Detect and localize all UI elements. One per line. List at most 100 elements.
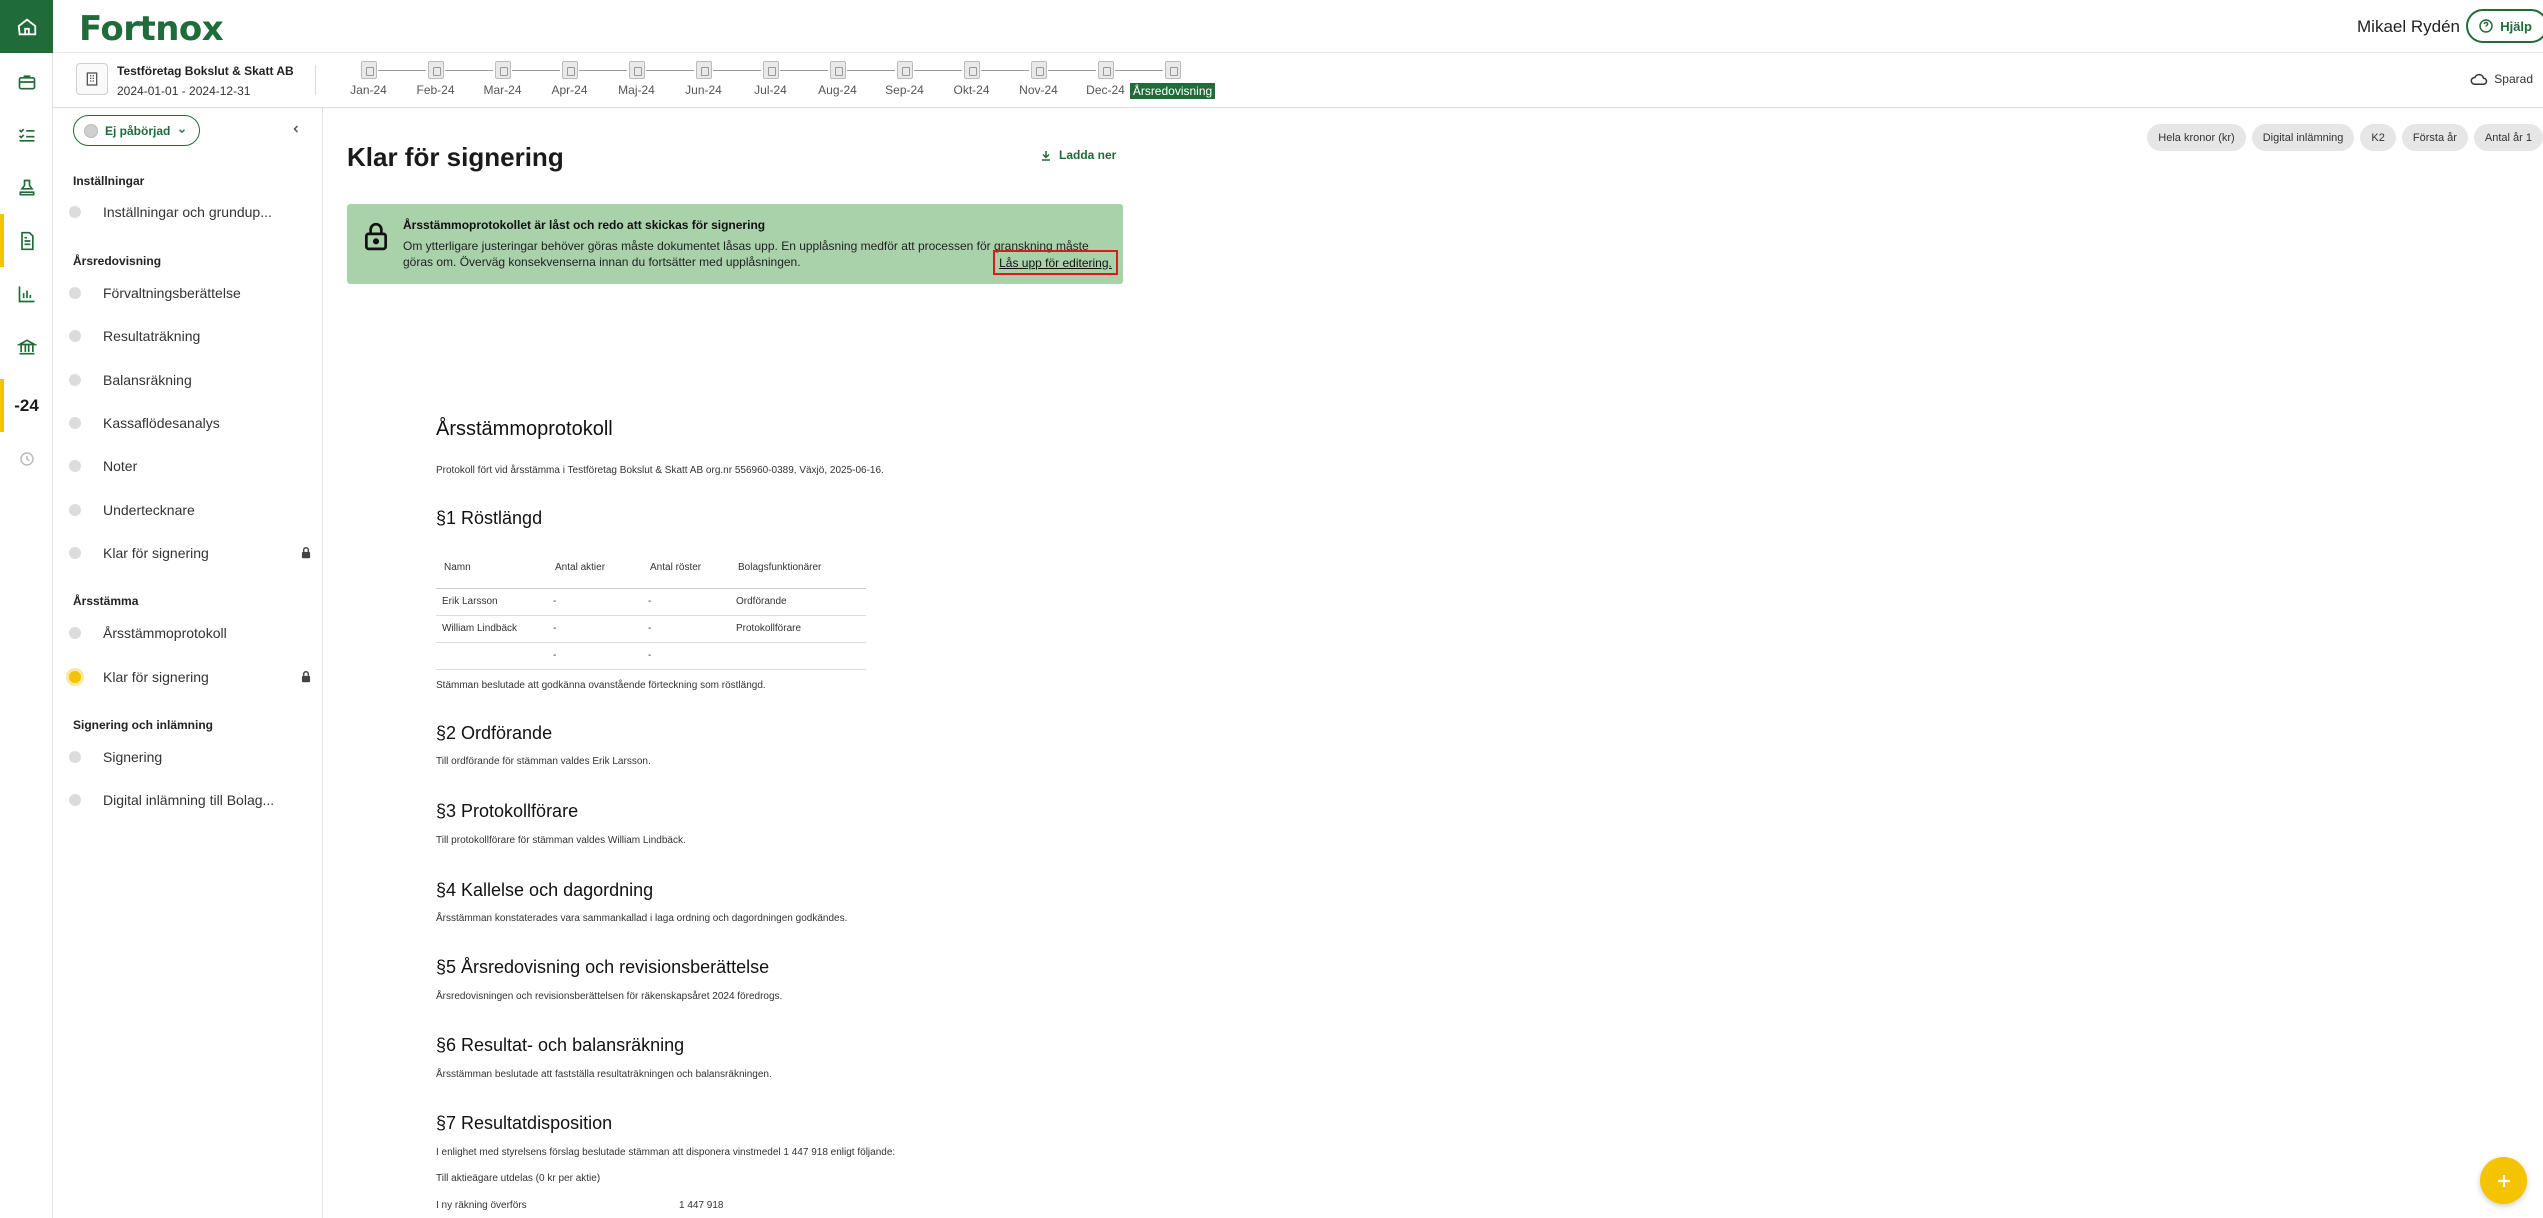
sidebar-item-digital-inlamning[interactable]: Digital inlämning till Bolag...	[63, 785, 313, 815]
period-document-icon	[427, 61, 444, 79]
sidebar-item-label: Klar för signering	[103, 545, 209, 561]
rail-report-button[interactable]	[0, 214, 53, 267]
period-step[interactable]: Nov-24	[1005, 61, 1096, 97]
period-document-icon	[1164, 61, 1181, 79]
chip-digital-filing[interactable]: Digital inlämning	[2251, 124, 2355, 151]
sidebar: Ej påbörjad Inställningar Inställningar …	[53, 108, 323, 1218]
document-intro: Protokoll fört vid årsstämma i Testföret…	[436, 465, 884, 476]
period-step[interactable]: Jun-24	[670, 61, 761, 97]
chevron-left-icon	[293, 125, 299, 133]
section-title-7: §7 Resultatdisposition	[436, 1113, 613, 1133]
period-step[interactable]: Maj-24	[603, 61, 694, 97]
table-cell: -	[547, 588, 642, 616]
table-cell: -	[642, 615, 730, 643]
main-content: Klar för signering Ladda ner Hela kronor…	[324, 108, 2543, 1218]
rail-briefcase-button[interactable]	[0, 55, 53, 108]
sidebar-item-installningar[interactable]: Inställningar och grundup...	[63, 197, 313, 227]
period-step[interactable]: Årsredovisning	[1129, 61, 1216, 99]
sidebar-item-noter[interactable]: Noter	[63, 451, 313, 481]
banner-text: Om ytterligare justeringar behöver göras…	[403, 239, 1089, 269]
timeline-connector	[512, 70, 560, 71]
period-document-icon	[829, 61, 846, 79]
sidebar-item-balansrakning[interactable]: Balansräkning	[63, 365, 313, 395]
sidebar-item-label: Förvaltningsberättelse	[103, 285, 241, 301]
period-label: Sep-24	[885, 83, 924, 97]
timeline-connector	[445, 70, 493, 71]
sidebar-item-label: Årsstämmoprotokoll	[103, 625, 227, 641]
sidebar-item-arsstammoprotokoll[interactable]: Årsstämmoprotokoll	[63, 618, 313, 648]
sidebar-item-resultatrakning[interactable]: Resultaträkning	[63, 321, 313, 351]
step-status-dot	[69, 547, 81, 559]
sidebar-item-forvaltningsberattelse[interactable]: Förvaltningsberättelse	[63, 278, 313, 308]
home-button[interactable]	[0, 0, 53, 53]
company-switch-button[interactable]	[76, 63, 108, 95]
banner-title: Årsstämmoprotokollet är låst och redo at…	[403, 218, 766, 232]
chip-first-year[interactable]: Första år	[2401, 124, 2468, 151]
rail-stamp-button[interactable]	[0, 161, 53, 214]
download-icon	[1042, 150, 1050, 161]
step-status-dot	[69, 460, 81, 472]
timeline-connector	[579, 70, 627, 71]
unlock-for-editing-link[interactable]: Lås upp för editering.	[993, 250, 1118, 275]
step-status-dot	[69, 794, 81, 806]
home-icon	[17, 18, 36, 35]
vote-register-table: Namn Antal aktier Antal röster Bolagsfun…	[436, 548, 866, 670]
section-text-5: Årsredovisningen och revisionsberättelse…	[436, 991, 783, 1002]
chip-year-count[interactable]: Antal år 1	[2473, 124, 2543, 151]
rail-history-button[interactable]	[0, 432, 53, 485]
collapse-sidebar-button[interactable]	[290, 122, 302, 138]
period-step[interactable]: Jul-24	[737, 61, 828, 97]
timeline-connector	[713, 70, 761, 71]
table-cell: Protokollförare	[730, 615, 866, 643]
period-label: Årsredovisning	[1129, 83, 1216, 99]
period-header: Testföretag Bokslut & Skatt AB 2024-01-0…	[53, 53, 2543, 108]
rail-chart-button[interactable]	[0, 267, 53, 320]
sidebar-item-label: Resultaträkning	[103, 328, 201, 344]
rail-bank-button[interactable]	[0, 320, 53, 373]
fortnox-logo[interactable]: Fortnox	[79, 9, 224, 49]
period-label: Maj-24	[618, 83, 655, 97]
sidebar-item-undertecknare[interactable]: Undertecknare	[63, 495, 313, 525]
section-text-2: Till ordförande för stämman valdes Erik …	[436, 756, 651, 767]
rail-year-button[interactable]: -24	[0, 379, 53, 432]
period-document-icon	[494, 61, 511, 79]
table-cell	[436, 642, 547, 670]
table-cell: -	[547, 615, 642, 643]
cloud-icon	[2470, 73, 2488, 85]
period-label: Mar-24	[483, 83, 522, 97]
step-status-dot	[69, 206, 81, 218]
table-row: - -	[436, 642, 866, 670]
plus-icon	[2497, 1174, 2510, 1187]
sidebar-item-signering[interactable]: Signering	[63, 742, 313, 772]
sidebar-item-kassaflodesanalys[interactable]: Kassaflödesanalys	[63, 408, 313, 438]
period-document-icon	[628, 61, 645, 79]
status-dropdown[interactable]: Ej påbörjad	[73, 115, 201, 146]
period-step[interactable]: Sep-24	[871, 61, 962, 97]
add-button[interactable]	[2480, 1157, 2527, 1204]
settings-chips: Hela kronor (kr) Digital inlämning K2 Fö…	[2147, 124, 2543, 151]
user-menu[interactable]: Mikael Rydén	[2357, 17, 2478, 37]
period-step[interactable]: Okt-24	[938, 61, 1029, 97]
sidebar-item-label: Signering	[103, 749, 163, 765]
document-report-icon	[20, 231, 34, 250]
sidebar-item-klar-for-signering-stamma[interactable]: Klar för signering	[63, 662, 313, 692]
chip-k2[interactable]: K2	[2360, 124, 2396, 151]
period-label: Okt-24	[953, 83, 990, 97]
period-step[interactable]: Feb-24	[402, 61, 493, 97]
period-step[interactable]: Aug-24	[804, 61, 895, 97]
period-step[interactable]: Mar-24	[469, 61, 560, 97]
sidebar-item-klar-for-signering-ar[interactable]: Klar för signering	[63, 538, 313, 568]
status-dot	[84, 123, 98, 138]
step-status-dot	[69, 330, 81, 342]
section-heading-installningar: Inställningar	[73, 174, 145, 188]
rail-checklist-button[interactable]	[0, 108, 53, 161]
timeline-connector	[646, 70, 694, 71]
period-document-icon	[360, 61, 377, 79]
lock-icon	[365, 222, 387, 251]
download-button[interactable]: Ladda ner	[1040, 148, 1116, 162]
step-status-dot	[69, 287, 81, 299]
help-button[interactable]: Hjälp	[2466, 9, 2543, 43]
period-step[interactable]: Apr-24	[536, 61, 627, 97]
period-step[interactable]: Jan-24	[335, 61, 426, 97]
chip-rounding[interactable]: Hela kronor (kr)	[2147, 124, 2246, 151]
